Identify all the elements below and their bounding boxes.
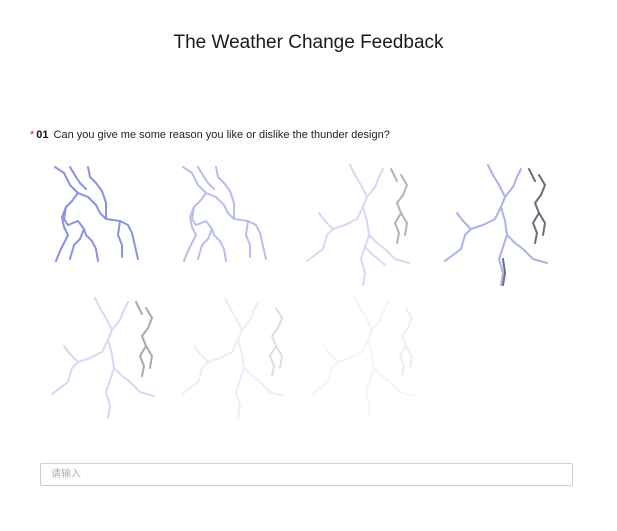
lightning-frame-5 <box>51 297 155 419</box>
lightning-frame-7 <box>311 297 415 419</box>
lightning-frame-2 <box>182 166 267 262</box>
lightning-frame-3 <box>306 164 410 286</box>
lightning-frame-1 <box>54 166 139 262</box>
lightning-frame-4 <box>444 164 548 286</box>
lightning-frame-6 <box>181 297 285 419</box>
answer-input[interactable] <box>41 464 572 485</box>
answer-input-container[interactable] <box>40 463 573 486</box>
lightning-frames <box>0 0 617 531</box>
